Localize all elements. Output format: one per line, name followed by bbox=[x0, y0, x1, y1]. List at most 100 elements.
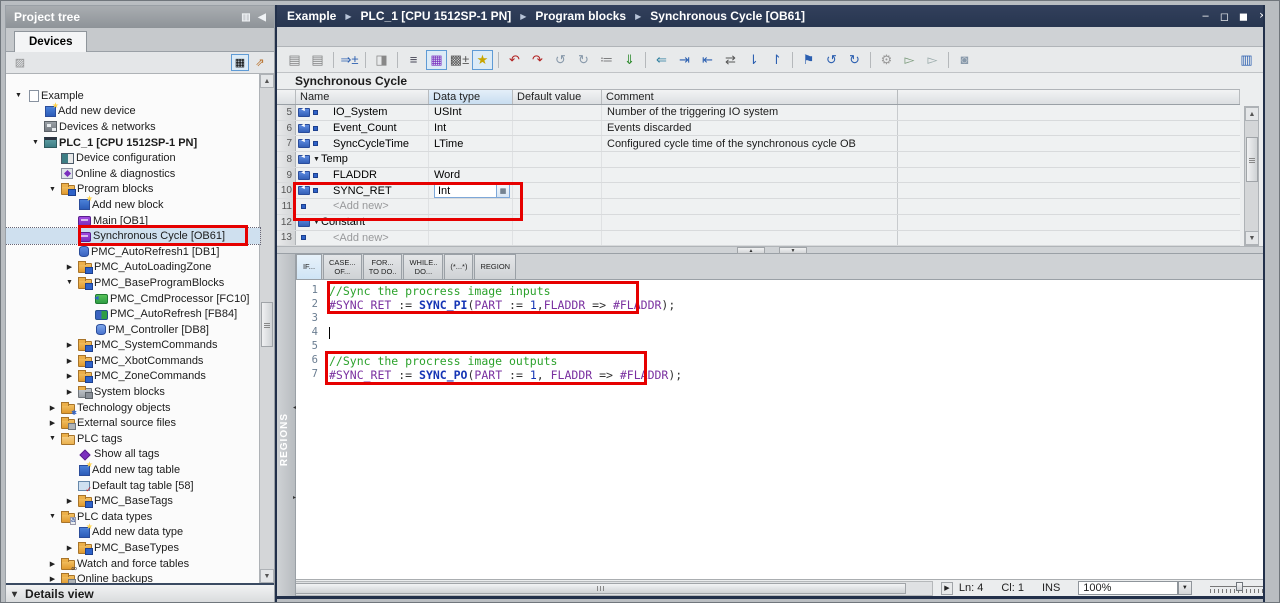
cell-data-type[interactable] bbox=[429, 231, 513, 246]
collapse-panel-icon[interactable]: ◀ bbox=[254, 12, 270, 23]
export-interface-icon[interactable]: ⇒± bbox=[339, 50, 360, 70]
tree-item[interactable]: Show all tags bbox=[6, 447, 260, 463]
tree-expander-icon[interactable]: ▶ bbox=[63, 388, 76, 396]
cell-default-value[interactable] bbox=[513, 168, 602, 183]
minimize-button[interactable]: – bbox=[1197, 10, 1214, 23]
cell-default-value[interactable] bbox=[513, 199, 602, 214]
tree-expander-icon[interactable]: ▶ bbox=[63, 497, 76, 505]
tree-expander-icon[interactable]: ▶ bbox=[63, 341, 76, 349]
cell-default-value[interactable] bbox=[513, 136, 602, 151]
cell-comment[interactable] bbox=[602, 231, 898, 246]
keep-actual-values-icon[interactable]: ◨ bbox=[371, 50, 392, 70]
column-header-comment[interactable]: Comment bbox=[602, 90, 898, 104]
cell-comment[interactable] bbox=[602, 152, 898, 167]
table-row[interactable]: 10SYNC_RETInt▦ bbox=[277, 183, 1240, 199]
tree-item[interactable]: ▶Technology objects bbox=[6, 400, 260, 416]
tree-expander-icon[interactable]: ▶ bbox=[63, 372, 76, 380]
tree-item[interactable]: ▶PMC_ZoneCommands bbox=[6, 369, 260, 385]
column-header-name[interactable]: Name bbox=[296, 90, 429, 104]
tree-expander-icon[interactable]: ▶ bbox=[63, 263, 76, 271]
cell-name[interactable]: Temp bbox=[317, 152, 429, 167]
tree-expander-icon[interactable]: ▼ bbox=[29, 139, 42, 146]
code-line[interactable]: 2#SYNC_RET := SYNC_PI(PART := 1,FLADDR =… bbox=[296, 298, 1264, 312]
tree-scroll-down-icon[interactable]: ▼ bbox=[260, 569, 274, 583]
tree-item[interactable]: ▼PMC_BaseProgramBlocks bbox=[6, 275, 260, 291]
cell-name[interactable]: FLADDR bbox=[317, 168, 429, 183]
tree-item[interactable]: Add new block bbox=[6, 197, 260, 213]
tree-item[interactable]: ▶External source files bbox=[6, 415, 260, 431]
cell-data-type[interactable]: Int bbox=[429, 121, 513, 136]
statement-tab[interactable]: IF... bbox=[296, 254, 322, 279]
nav-up-icon[interactable]: ↾ bbox=[766, 50, 787, 70]
outdent-icon[interactable]: ⇤ bbox=[697, 50, 718, 70]
statement-tab[interactable]: REGION bbox=[474, 254, 516, 279]
tree-scroll-thumb[interactable] bbox=[261, 302, 273, 347]
tree-item[interactable]: Add new tag table bbox=[6, 462, 260, 478]
cell-default-value[interactable] bbox=[513, 183, 602, 198]
tree-item[interactable]: ▼Program blocks bbox=[6, 182, 260, 198]
sort-icon[interactable]: ⇗ bbox=[251, 54, 269, 71]
tree-expander-icon[interactable]: ▼ bbox=[46, 513, 59, 520]
cell-default-value[interactable] bbox=[513, 152, 602, 167]
cell-name[interactable]: Constant bbox=[317, 215, 429, 230]
tree-item[interactable]: ▶PMC_BaseTags bbox=[6, 493, 260, 509]
tree-item[interactable]: Devices & networks bbox=[6, 119, 260, 135]
tree-item[interactable]: ▶Watch and force tables bbox=[6, 556, 260, 572]
tree-expander-icon[interactable]: ▶ bbox=[63, 544, 76, 552]
zoom-slider[interactable] bbox=[1210, 582, 1264, 595]
code-pane[interactable]: 1//Sync the procress image inputs2#SYNC_… bbox=[277, 280, 1264, 579]
absolute-symbolic-icon[interactable]: ≡ bbox=[403, 50, 424, 70]
block-interface-icon[interactable]: ▦ bbox=[426, 50, 447, 70]
tree-item[interactable]: Main [OB1] bbox=[6, 213, 260, 229]
table-row[interactable]: 7SyncCycleTimeLTimeConfigured cycle time… bbox=[277, 136, 1240, 152]
bookmark-icon[interactable]: ⚑ bbox=[798, 50, 819, 70]
table-row[interactable]: 13<Add new> bbox=[277, 231, 1240, 247]
regions-strip[interactable]: REGIONS ◂ ▸ bbox=[277, 254, 296, 596]
cell-data-type[interactable] bbox=[429, 199, 513, 214]
cell-comment[interactable] bbox=[602, 168, 898, 183]
discard-undo-icon[interactable]: ↶ bbox=[504, 50, 525, 70]
breadcrumb-item[interactable]: Program blocks bbox=[535, 9, 626, 23]
splitter-up-icon[interactable]: ▲ bbox=[737, 247, 765, 254]
table-scroll-down-icon[interactable]: ▼ bbox=[1245, 231, 1259, 245]
tree-item[interactable]: Default tag table [58] bbox=[6, 478, 260, 494]
tree-expander-icon[interactable]: ▶ bbox=[46, 575, 59, 583]
tree-expander-icon[interactable]: ▶ bbox=[46, 404, 59, 412]
cell-default-value[interactable] bbox=[513, 215, 602, 230]
cell-name[interactable]: <Add new> bbox=[317, 231, 429, 246]
table-row[interactable]: 8▼Temp bbox=[277, 152, 1240, 168]
insert-row-icon[interactable]: ▤ bbox=[284, 50, 305, 70]
tree-scroll-up-icon[interactable]: ▲ bbox=[260, 74, 274, 88]
zoom-slider-knob[interactable] bbox=[1236, 582, 1243, 591]
cell-name[interactable]: Event_Count bbox=[317, 121, 429, 136]
tree-item[interactable]: PMC_AutoRefresh [FB84] bbox=[6, 306, 260, 322]
table-code-splitter[interactable]: ▲ ▼ bbox=[277, 246, 1264, 254]
statement-tab[interactable]: (*...*) bbox=[444, 254, 473, 279]
tree-expander-icon[interactable]: ▶ bbox=[46, 560, 59, 568]
reset-start-values-icon[interactable]: ≔ bbox=[596, 50, 617, 70]
cell-name[interactable]: <Add new> bbox=[317, 199, 429, 214]
code-line[interactable]: 1//Sync the procress image inputs bbox=[296, 284, 1264, 298]
discard-redo-icon[interactable]: ↷ bbox=[527, 50, 548, 70]
start-test-icon[interactable]: ▻ bbox=[899, 50, 920, 70]
split-editor-icon[interactable]: ▥ bbox=[1236, 50, 1257, 70]
tree-item[interactable]: PMC_CmdProcessor [FC10] bbox=[6, 291, 260, 307]
splitter-down-icon[interactable]: ▼ bbox=[779, 247, 807, 254]
cell-name[interactable]: SyncCycleTime bbox=[317, 136, 429, 151]
tree-item[interactable]: ▼PLC tags bbox=[6, 431, 260, 447]
cell-comment[interactable] bbox=[602, 183, 898, 198]
tree-item[interactable]: Add new device bbox=[6, 104, 260, 120]
tree-item[interactable]: ▶PMC_SystemCommands bbox=[6, 338, 260, 354]
table-scrollbar[interactable]: ▲ ▼ bbox=[1244, 106, 1259, 246]
breadcrumb-item[interactable]: Synchronous Cycle [OB61] bbox=[650, 9, 805, 23]
tree-item[interactable]: ▶System blocks bbox=[6, 384, 260, 400]
monitor-icon[interactable]: ★ bbox=[472, 50, 493, 70]
table-row[interactable]: 5IO_SystemUSIntNumber of the triggering … bbox=[277, 105, 1240, 121]
status-expand-icon[interactable]: ▶ bbox=[941, 582, 953, 595]
tree-item[interactable]: Device configuration bbox=[6, 150, 260, 166]
regions-collapse-icon[interactable]: ◂ bbox=[293, 404, 296, 411]
regions-expand-icon[interactable]: ▸ bbox=[293, 494, 296, 501]
format-code-icon[interactable]: ⇄ bbox=[720, 50, 741, 70]
cell-comment[interactable]: Number of the triggering IO system bbox=[602, 105, 898, 120]
statement-tab[interactable]: FOR...TO DO.. bbox=[363, 254, 403, 279]
